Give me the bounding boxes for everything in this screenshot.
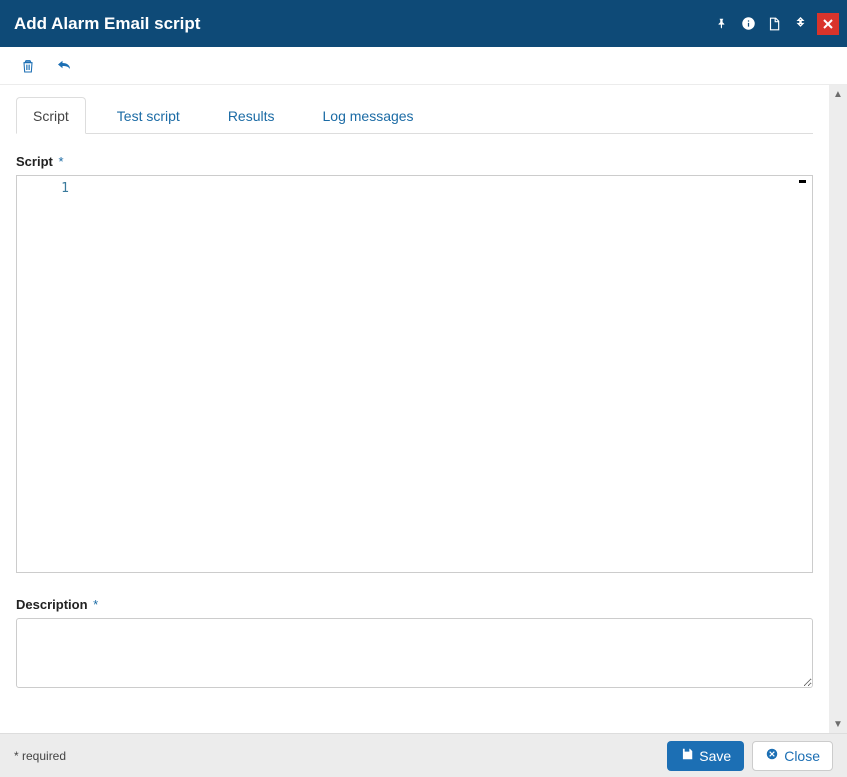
script-label: Script *: [16, 154, 813, 169]
tab-label: Test script: [117, 108, 180, 124]
required-marker: *: [93, 597, 98, 612]
close-x-button[interactable]: [817, 13, 839, 35]
dialog-body: Script Test script Results Log messages …: [0, 85, 847, 733]
description-input[interactable]: [16, 618, 813, 688]
close-button[interactable]: Close: [752, 741, 833, 771]
tab-log-messages[interactable]: Log messages: [306, 97, 431, 134]
tab-results[interactable]: Results: [211, 97, 292, 134]
tab-script[interactable]: Script: [16, 97, 86, 134]
content-area: Script Test script Results Log messages …: [0, 85, 829, 733]
label-text: Description: [16, 597, 88, 612]
scroll-down-icon[interactable]: ▼: [829, 715, 847, 733]
close-icon: [765, 747, 779, 764]
script-editor[interactable]: 1: [16, 175, 813, 573]
required-note: * required: [14, 749, 667, 763]
code-body[interactable]: [79, 176, 812, 572]
button-label: Close: [784, 748, 820, 764]
info-icon[interactable]: [737, 13, 759, 35]
titlebar: Add Alarm Email script: [0, 0, 847, 47]
line-number: 1: [21, 180, 69, 198]
toolbar: [0, 47, 847, 85]
pin-icon[interactable]: [711, 13, 733, 35]
button-label: Save: [699, 748, 731, 764]
undo-button[interactable]: [54, 56, 74, 76]
titlebar-actions: [711, 13, 839, 35]
required-marker: *: [58, 154, 63, 169]
line-gutter: 1: [17, 176, 79, 572]
editor-cursor: [799, 180, 806, 183]
dialog-footer: * required Save Close: [0, 733, 847, 777]
tab-test-script[interactable]: Test script: [100, 97, 197, 134]
popout-icon[interactable]: [789, 13, 811, 35]
delete-button[interactable]: [18, 56, 38, 76]
tab-bar: Script Test script Results Log messages: [16, 97, 813, 134]
tab-label: Script: [33, 108, 69, 124]
tab-label: Log messages: [323, 108, 414, 124]
vertical-scrollbar[interactable]: ▲ ▼: [829, 85, 847, 733]
scroll-up-icon[interactable]: ▲: [829, 85, 847, 103]
pdf-icon[interactable]: [763, 13, 785, 35]
save-icon: [680, 747, 694, 764]
description-label: Description *: [16, 597, 813, 612]
save-button[interactable]: Save: [667, 741, 744, 771]
dialog-add-alarm-email-script: Add Alarm Email script: [0, 0, 847, 777]
label-text: Script: [16, 154, 53, 169]
tab-label: Results: [228, 108, 275, 124]
dialog-title: Add Alarm Email script: [14, 14, 711, 34]
